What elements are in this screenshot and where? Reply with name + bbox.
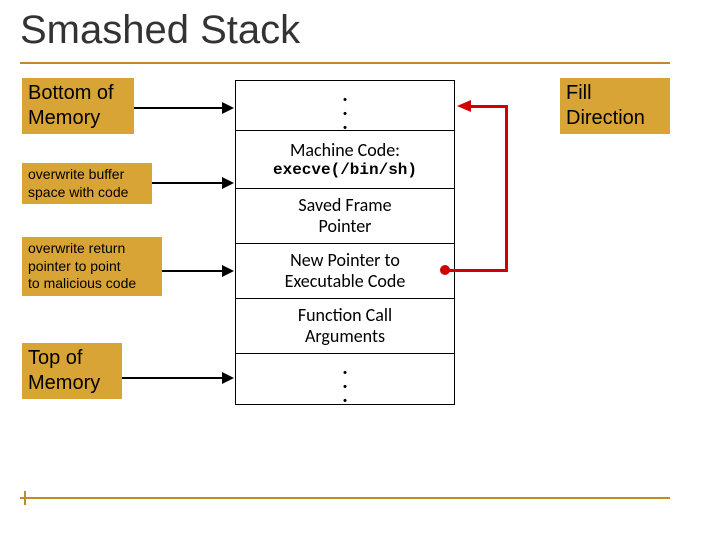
stack-cell-text: execve(/bin/sh): [273, 161, 417, 179]
stack-cell-saved-frame-pointer: Saved Frame Pointer: [236, 189, 454, 244]
stack-cell-function-call-args: Function Call Arguments: [236, 299, 454, 354]
stack-cell-dots-bottom: . . .: [236, 354, 454, 404]
stack-cell-text: Function Call: [298, 305, 392, 326]
stack-cell-text: Arguments: [305, 326, 385, 347]
label-overwrite-return: overwrite returnpointer to pointto malic…: [22, 237, 162, 296]
stack-cell-text: New Pointer to: [290, 250, 400, 271]
arrow-head-icon: [222, 372, 234, 384]
red-path: [448, 269, 508, 272]
title-underline: [20, 62, 670, 64]
stack-cell-text: Executable Code: [285, 271, 406, 292]
footer-tick: [24, 491, 26, 505]
stack-cell-text: Machine Code:: [290, 140, 400, 161]
arrow-head-icon: [222, 265, 234, 277]
stack-cell-text: Saved Frame: [298, 195, 391, 216]
page-title: Smashed Stack: [20, 8, 300, 53]
arrow-connector: [134, 107, 222, 109]
label-overwrite-buffer: overwrite bufferspace with code: [22, 163, 152, 204]
arrow-connector: [152, 182, 222, 184]
arrow-head-icon: [222, 177, 234, 189]
red-path: [505, 105, 508, 272]
dot-icon: .: [342, 386, 349, 400]
footer-rule: [20, 497, 670, 499]
label-top-of-memory: Top ofMemory: [22, 343, 122, 399]
red-path: [470, 105, 508, 108]
arrow-head-icon: [222, 102, 234, 114]
dot-icon: .: [342, 113, 349, 127]
arrow-connector: [162, 270, 222, 272]
stack-cell-machine-code: Machine Code: execve(/bin/sh): [236, 131, 454, 189]
stack-cell-text: Pointer: [319, 216, 372, 237]
label-fill-direction: FillDirection: [560, 78, 670, 134]
stack-diagram: . . . Machine Code: execve(/bin/sh) Save…: [235, 80, 455, 405]
arrow-connector: [122, 377, 222, 379]
label-bottom-of-memory: Bottom ofMemory: [22, 78, 134, 134]
stack-cell-dots-top: . . .: [236, 81, 454, 131]
red-arrow-head-icon: [457, 100, 471, 112]
stack-cell-new-pointer: New Pointer to Executable Code: [236, 244, 454, 299]
